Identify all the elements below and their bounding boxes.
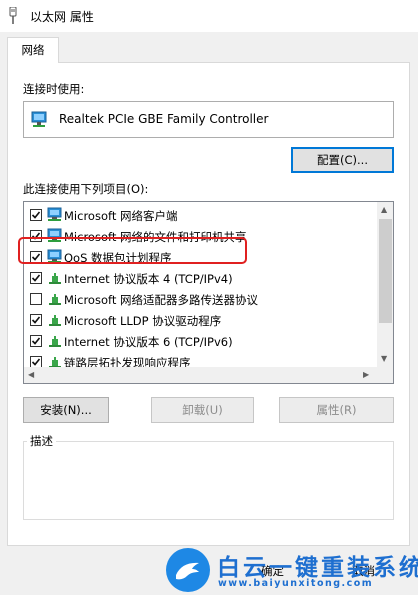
list-item-label: Microsoft LLDP 协议驱动程序 <box>64 314 222 328</box>
window-title: 以太网 属性 <box>30 10 94 24</box>
list-item[interactable]: Microsoft 网络客户端 <box>24 205 376 226</box>
description-label: 描述 <box>27 433 56 449</box>
checkbox[interactable] <box>30 293 42 305</box>
tab-network[interactable]: 网络 <box>7 37 59 63</box>
protocol-icon <box>49 315 61 326</box>
watermark-url: www.baiyunxitong.com <box>218 578 374 589</box>
scroll-right-icon[interactable]: ▶ <box>363 370 369 379</box>
list-item-label: Microsoft 网络客户端 <box>64 209 178 223</box>
checkbox[interactable] <box>30 209 42 221</box>
connect-using-label: 连接时使用: <box>23 82 85 96</box>
list-item[interactable]: Internet 协议版本 4 (TCP/IPv4) <box>24 268 376 289</box>
description-group <box>23 441 394 520</box>
highlight-box <box>18 237 247 264</box>
protocol-icon <box>49 336 61 347</box>
protocol-icon <box>49 294 61 305</box>
checkbox[interactable] <box>30 314 42 326</box>
scroll-up-icon[interactable]: ▲ <box>381 205 387 214</box>
watermark: 白云一键重装系统 www.baiyunxitong.com <box>160 546 418 595</box>
items-label: 此连接使用下列项目(O): <box>23 182 149 196</box>
title-bar[interactable]: 以太网 属性 <box>0 0 418 32</box>
configure-button[interactable]: 配置(C)... <box>291 147 394 173</box>
network-adapter-icon <box>31 111 47 127</box>
checkbox[interactable] <box>30 272 42 284</box>
adapter-name: Realtek PCIe GBE Family Controller <box>59 112 269 126</box>
list-item[interactable]: Internet 协议版本 6 (TCP/IPv6) <box>24 331 376 352</box>
vertical-scrollbar[interactable]: ▲ ▼ <box>377 202 393 367</box>
watermark-title: 白云一键重装系统 <box>217 555 418 581</box>
scrollbar-thumb[interactable] <box>379 219 392 323</box>
adapter-box: Realtek PCIe GBE Family Controller <box>23 101 394 138</box>
checkbox[interactable] <box>30 335 42 347</box>
horizontal-scrollbar[interactable]: ◀ ▶ <box>24 367 377 383</box>
protocol-icon <box>49 273 61 284</box>
properties-button[interactable]: 属性(R) <box>279 397 394 423</box>
uninstall-button[interactable]: 卸载(U) <box>151 397 254 423</box>
list-item-label: Microsoft 网络适配器多路传送器协议 <box>64 293 258 307</box>
scrollbar-corner <box>377 367 393 383</box>
scroll-left-icon[interactable]: ◀ <box>28 370 34 379</box>
network-client-icon <box>47 207 62 221</box>
components-list[interactable]: Microsoft 网络客户端 Microsoft 网络的文件和打印机共享 QoS … <box>23 201 394 384</box>
list-item[interactable]: Microsoft LLDP 协议驱动程序 <box>24 310 376 331</box>
network-cable-icon <box>9 7 17 24</box>
list-item[interactable]: Microsoft 网络适配器多路传送器协议 <box>24 289 376 310</box>
list-item-label: Internet 协议版本 6 (TCP/IPv6) <box>64 335 233 349</box>
bird-logo-icon <box>166 548 210 592</box>
scroll-down-icon[interactable]: ▼ <box>381 354 387 363</box>
install-button[interactable]: 安装(N)... <box>23 397 109 423</box>
list-item-label: Internet 协议版本 4 (TCP/IPv4) <box>64 272 233 286</box>
